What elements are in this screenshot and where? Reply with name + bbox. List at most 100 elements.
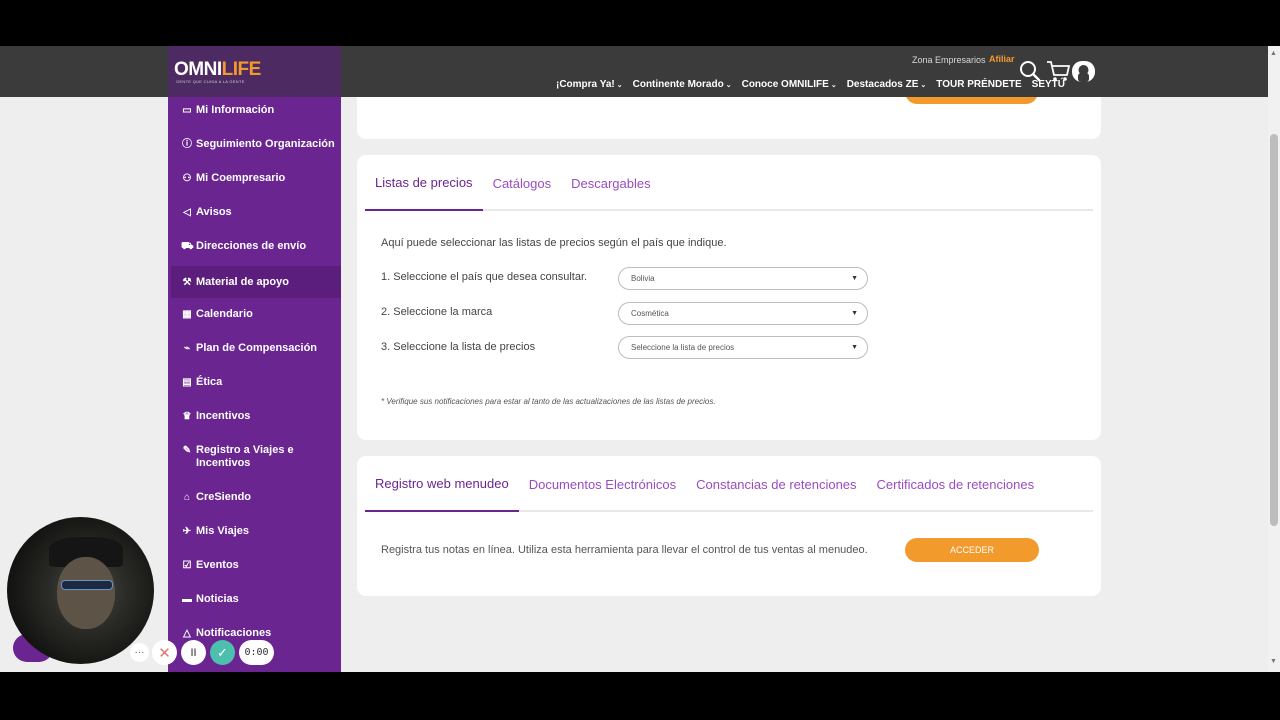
sidebar-item-label: Direcciones de envío (196, 240, 307, 252)
omnilife-logo[interactable]: OMNILIFE (174, 59, 261, 81)
scroll-down-icon[interactable]: ▼ (1270, 658, 1277, 665)
page-scrollbar[interactable]: ▲ ▼ (1268, 46, 1280, 672)
edit-icon: ✎ (182, 445, 192, 456)
price-note: * Verifique sus notificaciones para esta… (381, 397, 716, 406)
afiliar-link[interactable]: Afiliar (989, 54, 1015, 64)
recorder-done-button[interactable]: ✓ (210, 640, 235, 665)
nav-item-label: Destacados ZE (846, 79, 919, 90)
price-tabs: Listas de precios Catálogos Descargables (365, 155, 1093, 211)
sidebar-item-label: CreSiendo (196, 491, 252, 503)
sidebar-item[interactable]: ▭ Mi Información (171, 104, 341, 117)
registry-description: Registra tus notas en línea. Utiliza est… (381, 544, 868, 556)
webcam-bubble (7, 517, 154, 664)
webcam-glasses (61, 580, 113, 590)
sidebar-item[interactable]: △ Notificaciones (171, 627, 341, 640)
country-select-value: Bolivia (631, 274, 655, 283)
sidebar-item-label: Mi Información (196, 104, 275, 116)
sidebar-item[interactable]: ⚇ Mi Coempresario (171, 172, 341, 185)
tab[interactable]: Listas de precios (365, 155, 483, 211)
tab[interactable]: Documentos Electrónicos (519, 456, 686, 512)
sidebar-item-label: Mis Viajes (196, 525, 249, 537)
chevron-down-icon: ⌄ (920, 81, 927, 89)
wrench-icon: ⚒ (182, 276, 192, 288)
sidebar-item[interactable]: ☑ Eventos (171, 559, 341, 572)
megaphone-icon: ◁ (183, 207, 191, 218)
sidebar-item-label: Avisos (196, 206, 232, 218)
sidebar-item-label: Seguimiento Organización (196, 138, 335, 150)
recorder-timer: 0:00 (239, 640, 274, 665)
tab[interactable]: Catálogos (483, 155, 562, 211)
sidebar-item-label: Mi Coempresario (196, 172, 286, 184)
sidebar-item[interactable]: ✈ Mis Viajes (171, 525, 341, 538)
sidebar-item[interactable]: ⌂ CreSiendo (171, 491, 341, 504)
sidebar-item[interactable]: ◁ Avisos (171, 206, 341, 219)
recorder-more-button[interactable]: ··· (130, 643, 149, 662)
sidebar-item-label: Registro a Viajes e Incentivos (196, 444, 294, 469)
country-select[interactable]: Bolivia ▼ (618, 267, 868, 290)
plane-icon: ✈ (182, 526, 192, 537)
tab[interactable]: Constancias de retenciones (686, 456, 866, 512)
sidebar-item[interactable]: ♛ Incentivos (171, 410, 341, 423)
step-country-label: 1. Seleccione el país que desea consulta… (381, 271, 588, 283)
nav-item-label: ¡Compra Ya! (556, 79, 615, 90)
pricelist-select-value: Seleccione la lista de precios (631, 343, 735, 352)
tab[interactable]: Registro web menudeo (365, 456, 519, 512)
recorder-pause-button[interactable]: II (181, 640, 206, 665)
document-icon: ▤ (182, 377, 192, 388)
sidebar: ▭ Mi Información ⓘ Seguimiento Organización… (168, 97, 341, 672)
chevron-down-icon: ⌄ (725, 81, 732, 89)
pricelist-select[interactable]: Seleccione la lista de precios ▼ (618, 336, 868, 359)
sidebar-item[interactable]: ▬ Noticias (171, 593, 341, 606)
sidebar-item-label: Eventos (196, 559, 239, 571)
caret-down-icon: ▼ (851, 275, 858, 282)
step-pricelist-label: 3. Seleccione la lista de precios (381, 341, 536, 353)
newspaper-icon: ▬ (182, 594, 192, 605)
truck-icon: ⛟ (181, 241, 194, 252)
tab[interactable]: Descargables (561, 155, 661, 211)
nav-item-label: TOUR PRÉNDETE (936, 79, 1022, 90)
sidebar-item[interactable]: ▤ Ética (171, 376, 341, 389)
nav-item[interactable]: ¡Compra Ya! ⌄ (556, 79, 623, 90)
user-icon[interactable] (1072, 61, 1095, 87)
nav-item[interactable]: Conoce OMNILIFE ⌄ (742, 79, 837, 90)
price-lists-card: Listas de precios Catálogos Descargables A… (357, 155, 1101, 440)
sidebar-item[interactable]: ⌁ Plan de Compensación (171, 342, 341, 355)
nav-item[interactable]: Continente Morado ⌄ (633, 79, 732, 90)
id-card-icon: ▭ (182, 105, 192, 116)
sidebar-item-label: Plan de Compensación (196, 342, 318, 354)
sidebar-item-label: Calendario (196, 308, 253, 320)
browser-viewport: Listas de precios Catálogos Descargables A… (0, 46, 1280, 672)
trophy-icon: ♛ (182, 411, 192, 422)
chevron-down-icon: ⌄ (830, 81, 837, 89)
nav-item[interactable]: TOUR PRÉNDETE (936, 79, 1021, 90)
bell-icon: △ (183, 628, 191, 639)
caret-down-icon: ▼ (851, 344, 858, 351)
sidebar-item[interactable]: ▦ Calendario (171, 308, 341, 321)
user-plus-icon: ⚇ (182, 173, 192, 184)
graduation-icon: ⌂ (183, 492, 191, 503)
cart-icon[interactable] (1046, 60, 1071, 87)
brand-select[interactable]: Cosmética ▼ (618, 302, 868, 325)
nav-item[interactable]: Destacados ZE ⌄ (847, 79, 927, 90)
sidebar-item[interactable]: ⓘ Seguimiento Organización (171, 138, 341, 151)
acceder-button[interactable]: ACCEDER (905, 538, 1039, 562)
price-intro-text: Aquí puede seleccionar las listas de pre… (381, 237, 727, 249)
main-nav: ¡Compra Ya! ⌄ Continente Morado ⌄ Conoce OMN… (556, 79, 1065, 90)
sidebar-item-label: Incentivos (196, 410, 251, 422)
scroll-thumb[interactable] (1270, 134, 1278, 526)
sidebar-item-label: Ética (196, 376, 223, 388)
nav-item-label: Continente Morado (632, 79, 724, 90)
retail-registry-card: Registro web menudeo Documentos Electróni… (357, 456, 1101, 596)
sidebar-item[interactable]: ⛟ Direcciones de envío (171, 240, 341, 253)
recorder-cancel-button[interactable]: ✕ (152, 640, 177, 665)
info-icon: ⓘ (182, 139, 192, 150)
scroll-up-icon[interactable]: ▲ (1270, 50, 1277, 57)
zona-empresarios-link[interactable]: Zona Empresarios (912, 55, 986, 65)
search-icon[interactable] (1019, 60, 1041, 87)
logo-tagline: GENTE QUE CUIDA A LA GENTE (176, 79, 245, 84)
chevron-down-icon: ⌄ (616, 81, 623, 89)
sidebar-item-label: Notificaciones (196, 627, 272, 639)
sidebar-item[interactable]: ⚒ Material de apoyo (171, 266, 341, 298)
sidebar-item[interactable]: ✎ Registro a Viajes e Incentivos (171, 444, 341, 470)
tab[interactable]: Certificados de retenciones (867, 456, 1045, 512)
